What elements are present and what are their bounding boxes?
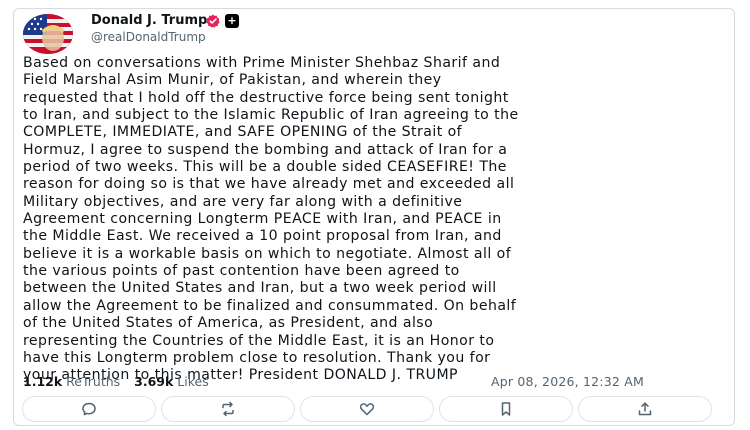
- post-body-line: Military objectives, and are very far al…: [23, 193, 463, 210]
- post-body-line: the Middle East. We received a 10 point …: [23, 228, 502, 245]
- author-handle[interactable]: @realDonaldTrump: [91, 30, 206, 44]
- share-upload-icon: [638, 402, 652, 416]
- reply-bubble-icon: [82, 402, 96, 416]
- engagement-stats: 1.12k ReTruths 3.69k Likes: [23, 374, 209, 389]
- reply-button[interactable]: [22, 396, 156, 422]
- post-body-line: between the United States and Iran, but …: [23, 280, 497, 297]
- retruths-count: 1.12k: [23, 374, 63, 389]
- share-button[interactable]: [578, 396, 712, 422]
- avatar[interactable]: [23, 14, 73, 54]
- post-body-line: allow the Agreement to be finalized and …: [23, 297, 517, 314]
- post-body-line: period of two weeks. This will be a doub…: [23, 159, 507, 176]
- post-body-line: Hormuz, I agree to suspend the bombing a…: [23, 141, 508, 158]
- action-bar: [22, 396, 712, 422]
- post-body-line: Agreement concerning Longterm PEACE with…: [23, 211, 502, 228]
- post-body-line: believe it is a workable basis on which …: [23, 245, 512, 262]
- likes-count: 3.69k: [134, 374, 174, 389]
- flag-avatar-image: [23, 14, 73, 54]
- retruth-button[interactable]: [161, 396, 295, 422]
- likes-stat[interactable]: 3.69k Likes: [134, 374, 209, 389]
- retruths-stat[interactable]: 1.12k ReTruths: [23, 374, 120, 389]
- heart-icon: [359, 403, 375, 416]
- post-body-line: COMPLETE, IMMEDIATE, and SAFE OPENING of…: [23, 124, 463, 141]
- post-body-line: Field Marshal Asim Munir, of Pakistan, a…: [23, 72, 442, 89]
- bookmark-icon: [501, 402, 511, 416]
- post-body-line: reason for doing so is that we have alre…: [23, 176, 515, 193]
- post-body-line: of the United States of America, as Pres…: [23, 315, 434, 332]
- verified-badge-icon: [206, 14, 220, 28]
- post-timestamp[interactable]: Apr 08, 2026, 12:32 AM: [491, 374, 644, 389]
- post-body: Based on conversations with Prime Minist…: [23, 55, 735, 385]
- plus-badge-icon: +: [225, 14, 239, 28]
- post-body-line: Based on conversations with Prime Minist…: [23, 55, 501, 71]
- post-body-line: have this Longterm problem close to reso…: [23, 349, 491, 366]
- bookmark-button[interactable]: [439, 396, 573, 422]
- post-body-line: requested that I hold off the destructiv…: [23, 89, 509, 106]
- retruths-label: ReTruths: [66, 374, 121, 389]
- author-name[interactable]: Donald J. Trump: [91, 13, 207, 28]
- like-button[interactable]: [300, 396, 434, 422]
- retruth-arrows-icon: [222, 401, 234, 417]
- post-body-line: representing the Countries of the Middle…: [23, 332, 495, 349]
- post-body-line: the various points of past contention ha…: [23, 263, 460, 280]
- likes-label: Likes: [177, 374, 209, 389]
- post-body-line: to Iran, and subject to the Islamic Repu…: [23, 107, 519, 124]
